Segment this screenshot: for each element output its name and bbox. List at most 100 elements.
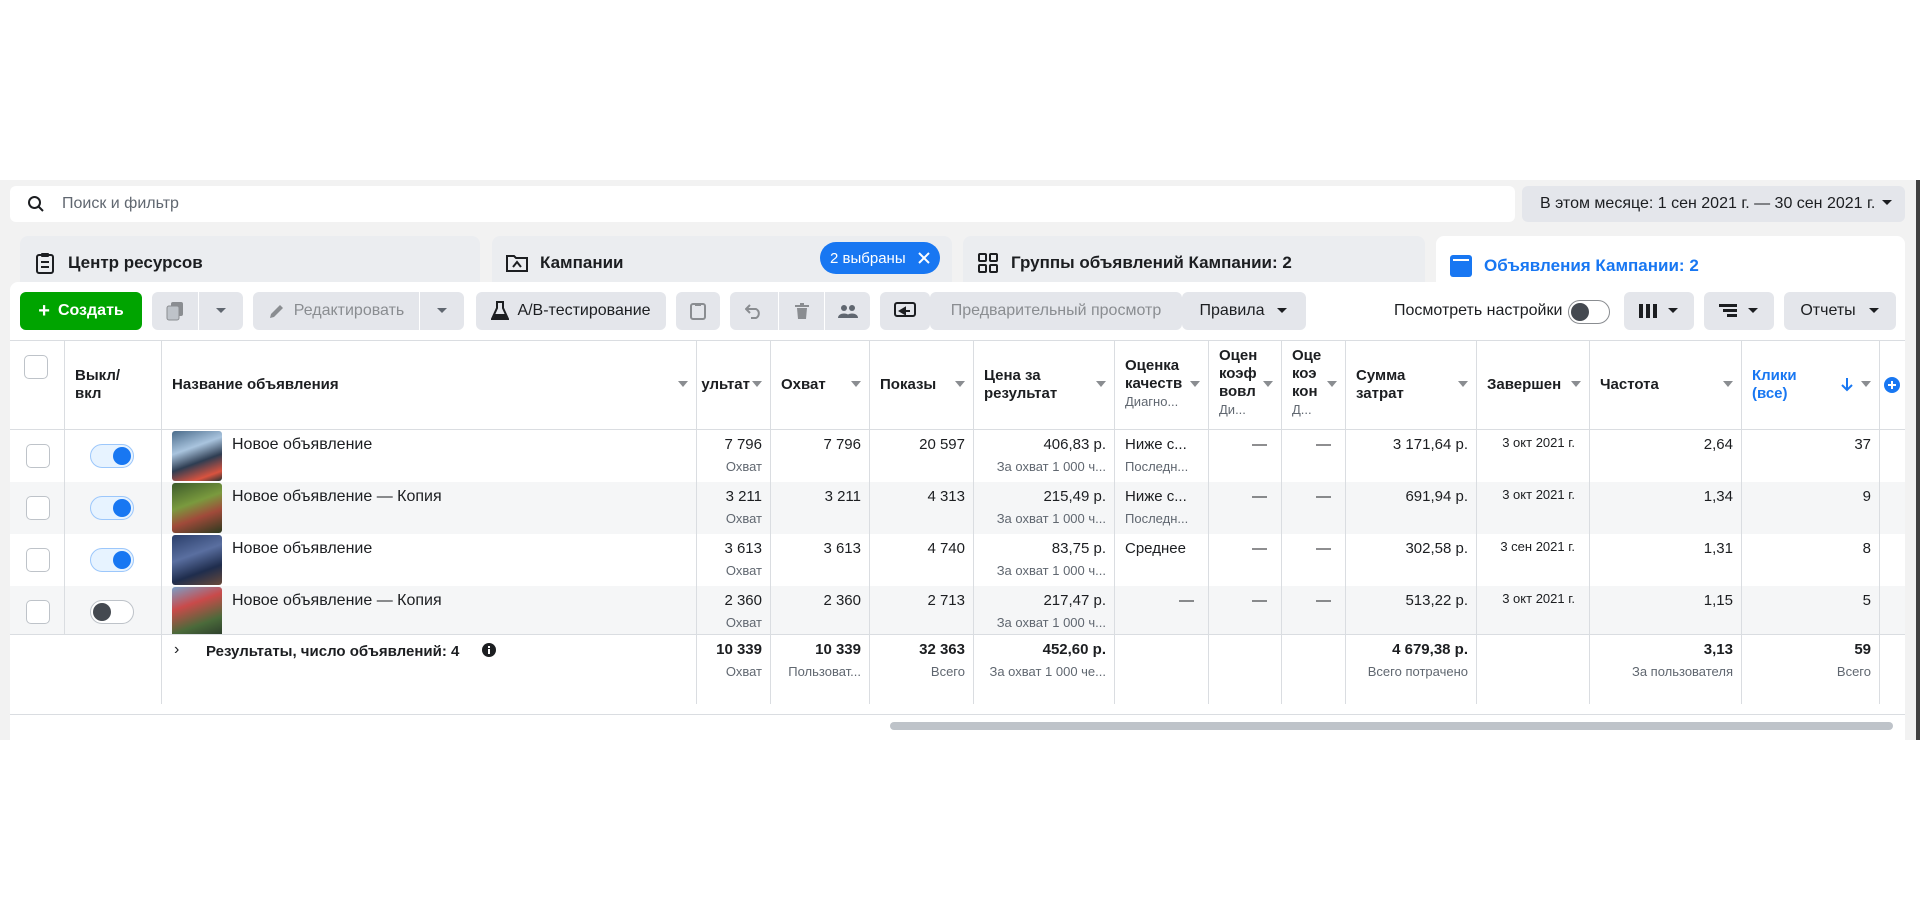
columns-button[interactable] bbox=[1624, 292, 1694, 330]
header-amount-spent[interactable]: Сумма затрат bbox=[1346, 341, 1477, 429]
delete-button[interactable] bbox=[778, 292, 824, 330]
sort-arrow-icon bbox=[678, 381, 688, 387]
row-checkbox[interactable] bbox=[26, 444, 50, 468]
chevron-right-icon[interactable]: › bbox=[174, 641, 179, 659]
duplicate-button[interactable] bbox=[152, 292, 198, 330]
cell-results: 3 211 Охват bbox=[697, 482, 771, 534]
horizontal-scrollbar[interactable] bbox=[890, 722, 1893, 730]
header-impressions[interactable]: Показы bbox=[870, 341, 974, 429]
preview-button[interactable]: Предварительный просмотр bbox=[930, 292, 1182, 330]
cell-conversion: — bbox=[1282, 586, 1346, 638]
ad-status-toggle[interactable] bbox=[90, 600, 134, 624]
clipboard-icon bbox=[32, 250, 58, 276]
duplicate-dropdown[interactable] bbox=[198, 292, 243, 330]
tab-resources-label: Центр ресурсов bbox=[68, 253, 203, 272]
cell-quality: Среднее bbox=[1115, 534, 1209, 586]
ad-thumbnail[interactable] bbox=[172, 587, 222, 637]
breakdown-button[interactable] bbox=[1704, 292, 1774, 330]
ab-test-button[interactable]: A/B-тестирование bbox=[476, 292, 666, 330]
search-input[interactable]: Поиск и фильтр bbox=[62, 195, 179, 213]
table-row[interactable]: Новое объявление 7 796 Охват 7 796 20 597 406… bbox=[10, 430, 1905, 482]
date-range-label: В этом месяце: 1 сен 2021 г. — 30 сен 20… bbox=[1540, 195, 1876, 212]
clipboard-button[interactable] bbox=[676, 292, 720, 330]
ad-status-toggle[interactable] bbox=[90, 496, 134, 520]
cell-cpr: 215,49 р. За охват 1 000 ч... bbox=[974, 482, 1115, 534]
ad-status-toggle[interactable] bbox=[90, 548, 134, 572]
header-results[interactable]: ультат bbox=[697, 341, 771, 429]
table-row[interactable]: Новое объявление 3 613 Охват 3 613 4 740 83,7… bbox=[10, 534, 1905, 586]
table-row[interactable]: Новое объявление — Копия 2 360 Охват 2 360 2… bbox=[10, 586, 1905, 638]
header-quality[interactable]: Оценка качеств Диагно... bbox=[1115, 341, 1209, 429]
ad-thumbnail[interactable] bbox=[172, 483, 222, 533]
select-all-checkbox[interactable] bbox=[24, 355, 48, 379]
selected-campaigns-badge[interactable]: 2 выбраны bbox=[820, 242, 940, 274]
cell-conversion: — bbox=[1282, 430, 1346, 482]
chevron-down-icon bbox=[216, 308, 226, 313]
cell-results: 7 796 Охват bbox=[697, 430, 771, 482]
cell-impressions: 4 740 bbox=[870, 534, 974, 586]
table-row[interactable]: Новое объявление — Копия 3 211 Охват 3 211 4… bbox=[10, 482, 1905, 534]
rules-button[interactable]: Правила bbox=[1182, 292, 1306, 330]
ad-name[interactable]: Новое объявление bbox=[232, 540, 372, 558]
cell-frequency: 1,34 bbox=[1590, 482, 1742, 534]
reports-button[interactable]: Отчеты bbox=[1784, 292, 1896, 330]
cell-reach: 7 796 bbox=[771, 430, 870, 482]
sort-arrow-icon bbox=[1861, 381, 1871, 387]
row-checkbox[interactable] bbox=[26, 600, 50, 624]
info-icon[interactable] bbox=[482, 643, 496, 657]
cell-reach: 2 360 bbox=[771, 586, 870, 638]
add-circle-icon bbox=[1884, 377, 1900, 393]
audience-button[interactable] bbox=[824, 292, 870, 330]
breakdown-icon bbox=[1719, 304, 1737, 317]
ads-panel: + Создать Редактировать A/B-тестирование bbox=[10, 282, 1905, 740]
header-cost-per-result[interactable]: Цена за результат bbox=[974, 341, 1115, 429]
cell-clicks: 5 bbox=[1742, 586, 1880, 638]
undo-button[interactable] bbox=[730, 292, 778, 330]
cell-clicks: 9 bbox=[1742, 482, 1880, 534]
cell-engagement: — bbox=[1209, 586, 1282, 638]
tab-adsets-label: Группы объявлений Кампании: 2 bbox=[1011, 253, 1292, 272]
edit-dropdown[interactable] bbox=[419, 292, 464, 330]
cell-engagement: — bbox=[1209, 534, 1282, 586]
sort-arrow-icon bbox=[752, 381, 762, 387]
cell-cpr: 406,83 р. За охват 1 000 ч... bbox=[974, 430, 1115, 482]
add-column-button[interactable] bbox=[1880, 341, 1905, 429]
header-conversion[interactable]: Оце коэ кон Д... bbox=[1282, 341, 1346, 429]
header-reach[interactable]: Охват bbox=[771, 341, 870, 429]
header-name[interactable]: Название объявления bbox=[162, 341, 697, 429]
cell-engagement: — bbox=[1209, 482, 1282, 534]
row-checkbox[interactable] bbox=[26, 496, 50, 520]
ad-thumbnail[interactable] bbox=[172, 431, 222, 481]
create-button[interactable]: + Создать bbox=[20, 292, 142, 330]
cell-reach: 3 613 bbox=[771, 534, 870, 586]
export-button[interactable] bbox=[880, 292, 930, 330]
totals-row: › Результаты, число объявлений: 4 10 339… bbox=[10, 634, 1905, 704]
ad-thumbnail[interactable] bbox=[172, 535, 222, 585]
header-engagement[interactable]: Оцен коэф вовл Ди... bbox=[1209, 341, 1282, 429]
ad-name[interactable]: Новое объявление — Копия bbox=[232, 488, 442, 506]
header-ends[interactable]: Завершен bbox=[1477, 341, 1590, 429]
header-toggle[interactable]: Выкл/ вкл bbox=[65, 341, 162, 429]
cell-cpr: 83,75 р. За охват 1 000 ч... bbox=[974, 534, 1115, 586]
view-settings-toggle[interactable] bbox=[1568, 300, 1610, 324]
table-bottom-border bbox=[10, 714, 1905, 715]
ad-name[interactable]: Новое объявление — Копия bbox=[232, 592, 442, 610]
row-checkbox[interactable] bbox=[26, 548, 50, 572]
cell-ends: 3 окт 2021 г. bbox=[1477, 482, 1590, 534]
ads-manager: Поиск и фильтр В этом месяце: 1 сен 2021… bbox=[0, 180, 1920, 740]
header-clicks[interactable]: Клики (все) bbox=[1742, 341, 1880, 429]
selected-count-label: 2 выбраны bbox=[830, 249, 906, 267]
search-bar[interactable]: Поиск и фильтр bbox=[10, 186, 1515, 222]
cell-quality: Ниже с... Последн... bbox=[1115, 482, 1209, 534]
sort-arrow-icon bbox=[1190, 381, 1200, 387]
sort-arrow-icon bbox=[1327, 381, 1337, 387]
table-header: Выкл/ вкл Название объявления ультат Охв… bbox=[10, 340, 1905, 430]
ad-status-toggle[interactable] bbox=[90, 444, 134, 468]
close-icon[interactable] bbox=[916, 250, 932, 266]
cell-engagement: — bbox=[1209, 430, 1282, 482]
ad-name[interactable]: Новое объявление bbox=[232, 436, 372, 454]
date-range-selector[interactable]: В этом месяце: 1 сен 2021 г. — 30 сен 20… bbox=[1522, 186, 1905, 222]
header-frequency[interactable]: Частота bbox=[1590, 341, 1742, 429]
pencil-icon bbox=[269, 305, 283, 318]
edit-button[interactable]: Редактировать bbox=[253, 292, 419, 330]
